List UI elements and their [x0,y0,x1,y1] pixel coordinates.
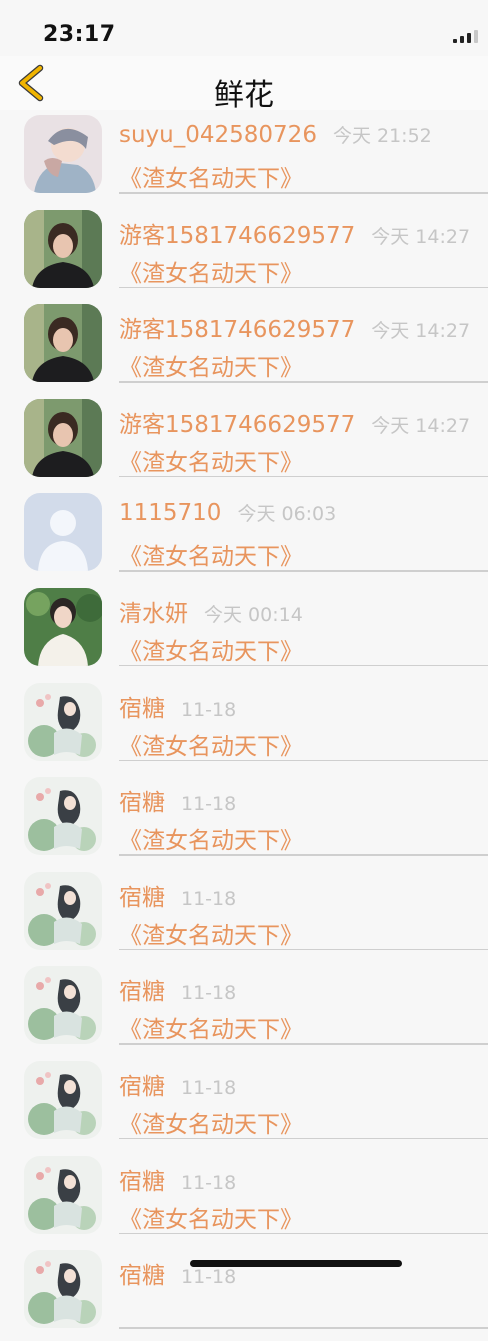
user-name[interactable]: 宿糖 [119,972,165,1006]
work-title[interactable]: 《渣女名动天下》 [119,537,303,571]
name-line: suyu_042580726 今天 21:52 [119,121,432,148]
user-name[interactable]: 宿糖 [119,689,165,723]
divider [119,570,488,572]
list-item[interactable]: 清水妍 今天 00:14 《渣女名动天下》 [0,584,488,679]
divider [119,759,488,762]
name-line: 宿糖 11-18 [119,972,236,1006]
work-title[interactable]: 《渣女名动天下》 [119,348,303,382]
name-line: 宿糖 11-18 [119,689,236,723]
signal-strength-icon [453,30,478,43]
list-item[interactable]: 游客1581746629577 今天 14:27 《渣女名动天下》 [0,206,488,301]
work-title[interactable]: 《渣女名动天下》 [119,916,303,950]
divider [119,1043,488,1045]
work-title[interactable]: 《渣女名动天下》 [119,443,303,477]
timestamp: 11-18 [181,982,237,1005]
user-name[interactable]: 宿糖 [119,783,165,817]
user-name[interactable]: 游客1581746629577 [119,216,355,250]
list-item[interactable]: 宿糖 11-18 《渣女名动天下》 [0,868,488,963]
name-line: 游客1581746629577 今天 14:27 [119,405,470,439]
divider [119,1137,488,1140]
divider [119,381,488,383]
divider [119,1232,488,1235]
list-item[interactable]: 宿糖 11-18 《渣女名动天下》 [0,679,488,774]
user-name[interactable]: 宿糖 [119,1162,165,1196]
status-bar: 23:17 [0,0,488,56]
list-item[interactable]: 宿糖 11-18 《渣女名动天下》 [0,1057,488,1152]
navigation-bar: 鲜花 [0,56,488,113]
divider [119,854,488,856]
flower-gift-list: suyu_042580726 今天 21:52 《渣女名动天下》 游客15817466… [0,111,488,1341]
list-item[interactable]: suyu_042580726 今天 21:52 《渣女名动天下》 [0,111,488,206]
timestamp: 11-18 [181,1076,237,1099]
avatar[interactable] [24,398,102,477]
user-name[interactable]: 清水妍 [119,594,188,628]
status-time: 23:17 [43,22,116,47]
avatar[interactable] [24,777,102,856]
name-line: 宿糖 11-18 [119,783,236,817]
timestamp: 11-18 [181,698,237,721]
work-title[interactable]: 《渣女名动天下》 [119,159,303,193]
avatar[interactable] [24,1060,102,1139]
work-title[interactable]: 《渣女名动天下》 [119,632,303,666]
timestamp: 今天 21:52 [332,125,432,147]
name-line: 宿糖 11-18 [119,878,236,912]
name-line: 清水妍 今天 00:14 [119,594,303,628]
user-name[interactable]: 宿糖 [119,878,165,912]
name-line: 1115710 今天 06:03 [119,499,336,526]
user-name[interactable]: 游客1581746629577 [119,405,355,439]
user-name[interactable]: 宿糖 [119,1067,165,1101]
divider [119,192,488,194]
avatar[interactable] [24,115,102,193]
avatar[interactable] [24,871,102,950]
timestamp: 11-18 [181,887,237,910]
divider [119,1327,488,1329]
divider [119,286,488,289]
user-name[interactable]: 游客1581746629577 [119,310,355,344]
work-title[interactable]: 《渣女名动天下》 [119,1105,303,1139]
avatar[interactable] [24,1250,102,1329]
name-line: 游客1581746629577 今天 14:27 [119,310,470,344]
list-item[interactable]: 宿糖 11-18 《渣女名动天下》 [0,1152,488,1247]
timestamp: 11-18 [181,1266,237,1289]
timestamp: 11-18 [181,1171,237,1194]
timestamp: 今天 00:14 [204,603,303,626]
list-item[interactable]: 1115710 今天 06:03 《渣女名动天下》 [0,489,488,584]
timestamp: 今天 14:27 [371,320,471,343]
work-title[interactable]: 《渣女名动天下》 [119,254,303,288]
name-line: 宿糖 11-18 [119,1162,236,1196]
avatar[interactable] [24,304,102,383]
name-line: 宿糖 11-18 [119,1067,236,1101]
timestamp: 11-18 [181,793,237,816]
avatar[interactable] [24,966,102,1045]
timestamp: 今天 14:27 [371,414,471,437]
divider [119,664,488,667]
divider [119,475,488,478]
work-title[interactable]: 《渣女名动天下》 [119,1200,303,1234]
home-indicator [190,1260,402,1267]
avatar[interactable] [24,209,102,288]
timestamp: 今天 14:27 [371,225,471,248]
list-item[interactable]: 游客1581746629577 今天 14:27 《渣女名动天下》 [0,300,488,395]
list-item[interactable]: 游客1581746629577 今天 14:27 《渣女名动天下》 [0,395,488,490]
user-name[interactable]: suyu_042580726 [119,122,317,148]
avatar[interactable] [24,682,102,761]
avatar[interactable] [24,1155,102,1234]
user-name[interactable]: 宿糖 [119,1256,165,1290]
user-name[interactable]: 1115710 [119,500,221,526]
avatar[interactable] [24,493,102,572]
page-title: 鲜花 [214,78,274,113]
avatar[interactable] [24,587,102,666]
name-line: 游客1581746629577 今天 14:27 [119,216,470,250]
list-item[interactable]: 宿糖 11-18 《渣女名动天下》 [0,773,488,868]
list-item[interactable]: 宿糖 11-18 《渣女名动天下》 [0,962,488,1057]
work-title[interactable]: 《渣女名动天下》 [119,1010,303,1044]
timestamp: 今天 06:03 [237,503,337,526]
work-title[interactable]: 《渣女名动天下》 [119,821,303,855]
work-title[interactable]: 《渣女名动天下》 [119,727,303,761]
divider [119,948,488,951]
